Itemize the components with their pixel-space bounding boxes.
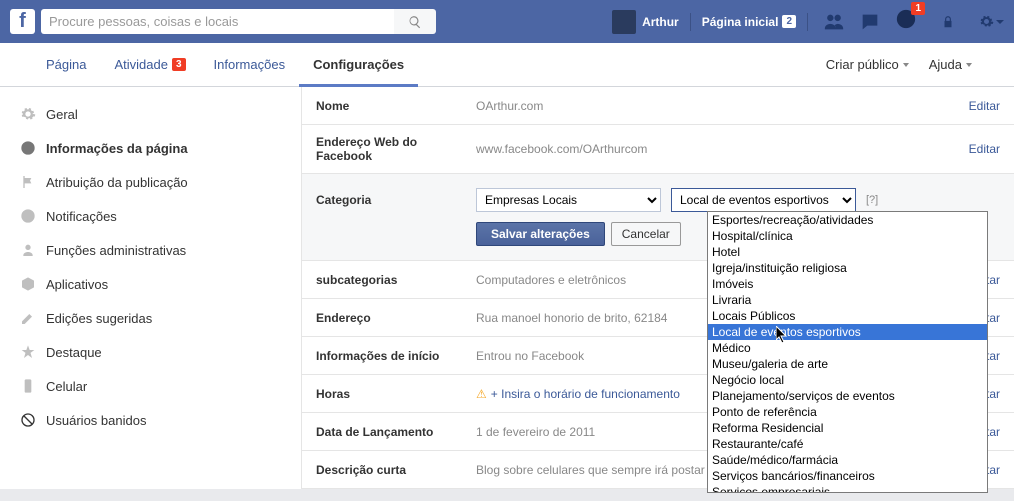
caret-down-icon bbox=[903, 63, 909, 67]
gear-icon bbox=[20, 106, 36, 122]
row-label: Categoria bbox=[316, 193, 476, 207]
lock-icon[interactable] bbox=[941, 13, 955, 31]
page-tabs: Página Atividade3 Informações Configuraç… bbox=[0, 43, 1014, 87]
topbar-icons: 1 bbox=[823, 8, 1004, 35]
caret-down-icon bbox=[966, 63, 972, 67]
tab-configuracoes[interactable]: Configurações bbox=[299, 43, 418, 87]
sidebar-item-info-pagina[interactable]: Informações da página bbox=[0, 131, 301, 165]
sidebar-item-atribuicao[interactable]: Atribuição da publicação bbox=[0, 165, 301, 199]
gear-icon bbox=[979, 14, 994, 29]
sidebar-item-destaque[interactable]: Destaque bbox=[0, 335, 301, 369]
category-select-2[interactable]: Local de eventos esportivos bbox=[671, 188, 856, 212]
tab-atividade[interactable]: Atividade3 bbox=[100, 43, 199, 87]
flag-icon bbox=[20, 174, 36, 190]
row-label: Informações de início bbox=[316, 349, 476, 363]
search-button[interactable] bbox=[394, 9, 436, 34]
person-icon bbox=[20, 242, 36, 258]
sidebar-item-banidos[interactable]: Usuários banidos bbox=[0, 403, 301, 437]
row-label: Endereço bbox=[316, 311, 476, 325]
save-button[interactable]: Salvar alterações bbox=[476, 222, 605, 246]
home-link[interactable]: Página inicial 2 bbox=[694, 15, 804, 29]
sidebar-item-edicoes[interactable]: Edições sugeridas bbox=[0, 301, 301, 335]
top-bar: f Arthur Página inicial 2 1 bbox=[0, 0, 1014, 43]
row-label: Data de Lançamento bbox=[316, 425, 476, 439]
dropdown-item[interactable]: Hotel bbox=[708, 244, 987, 260]
dropdown-item[interactable]: Planejamento/serviços de eventos bbox=[708, 388, 987, 404]
profile-link[interactable]: Arthur bbox=[604, 8, 687, 35]
sidebar-item-aplicativos[interactable]: Aplicativos bbox=[0, 267, 301, 301]
star-icon bbox=[20, 344, 36, 360]
dropdown-item[interactable]: Locais Públicos bbox=[708, 308, 987, 324]
row-label: subcategorias bbox=[316, 273, 476, 287]
friends-icon[interactable] bbox=[823, 11, 845, 33]
row-nome: Nome OArthur.com Editar bbox=[302, 87, 1014, 125]
divider bbox=[807, 13, 808, 31]
dropdown-item[interactable]: Livraria bbox=[708, 292, 987, 308]
dropdown-item[interactable]: Ponto de referência bbox=[708, 404, 987, 420]
edit-link[interactable]: Editar bbox=[969, 142, 1000, 156]
caret-down-icon bbox=[996, 20, 1004, 24]
notif-badge: 1 bbox=[911, 2, 925, 15]
profile-name: Arthur bbox=[642, 15, 679, 29]
topbar-right: Arthur Página inicial 2 1 bbox=[604, 8, 1004, 35]
dropdown-item[interactable]: Médico bbox=[708, 340, 987, 356]
category-selects: Empresas Locais Local de eventos esporti… bbox=[476, 188, 878, 212]
warning-icon: ⚠ bbox=[476, 387, 487, 401]
fb-logo[interactable]: f bbox=[10, 9, 35, 34]
tab-informacoes[interactable]: Informações bbox=[200, 43, 300, 87]
dropdown-item[interactable]: Esportes/recreação/atividades bbox=[708, 212, 987, 228]
category-select-1[interactable]: Empresas Locais bbox=[476, 188, 661, 212]
settings-menu[interactable] bbox=[979, 14, 1004, 29]
info-icon bbox=[20, 140, 36, 156]
sidebar-item-geral[interactable]: Geral bbox=[0, 97, 301, 131]
messages-icon[interactable] bbox=[859, 11, 881, 33]
row-endereco-web: Endereço Web do Facebook www.facebook.co… bbox=[302, 125, 1014, 174]
sidebar-item-celular[interactable]: Celular bbox=[0, 369, 301, 403]
row-label: Descrição curta bbox=[316, 463, 476, 477]
globe-icon bbox=[20, 208, 36, 224]
search-wrap bbox=[41, 9, 436, 34]
ban-icon bbox=[20, 412, 36, 428]
edit-link[interactable]: Editar bbox=[969, 99, 1000, 113]
pencil-icon bbox=[20, 310, 36, 326]
search-icon bbox=[408, 15, 422, 29]
hours-link[interactable]: + Insira o horário de funcionamento bbox=[491, 387, 680, 401]
dropdown-item[interactable]: Hospital/clínica bbox=[708, 228, 987, 244]
sidebar-item-funcoes[interactable]: Funções administrativas bbox=[0, 233, 301, 267]
dropdown-item[interactable]: Serviços empresariais bbox=[708, 484, 987, 493]
category-dropdown[interactable]: Esportes/recreação/atividadesHospital/cl… bbox=[707, 211, 988, 493]
home-badge: 2 bbox=[782, 15, 796, 28]
settings-sidebar: Geral Informações da página Atribuição d… bbox=[0, 87, 302, 489]
help-link[interactable]: [?] bbox=[866, 194, 878, 206]
row-label: Horas bbox=[316, 387, 476, 401]
dropdown-item[interactable]: Restaurante/café bbox=[708, 436, 987, 452]
dropdown-item[interactable]: Serviços bancários/financeiros bbox=[708, 468, 987, 484]
ajuda-menu[interactable]: Ajuda bbox=[919, 57, 982, 72]
dropdown-item[interactable]: Igreja/instituição religiosa bbox=[708, 260, 987, 276]
divider bbox=[690, 13, 691, 31]
tab-pagina[interactable]: Página bbox=[32, 43, 100, 87]
row-value: www.facebook.com/OArthurcom bbox=[476, 142, 969, 156]
dropdown-item[interactable]: Negócio local bbox=[708, 372, 987, 388]
dropdown-item[interactable]: Museu/galeria de arte bbox=[708, 356, 987, 372]
row-label: Endereço Web do Facebook bbox=[316, 135, 476, 163]
criar-publico[interactable]: Criar público bbox=[816, 57, 919, 72]
dropdown-item[interactable]: Saúde/médico/farmácia bbox=[708, 452, 987, 468]
mobile-icon bbox=[20, 378, 36, 394]
search-input[interactable] bbox=[41, 9, 394, 34]
avatar bbox=[612, 10, 636, 34]
cube-icon bbox=[20, 276, 36, 292]
row-label: Nome bbox=[316, 99, 476, 113]
row-value: OArthur.com bbox=[476, 99, 969, 113]
dropdown-item[interactable]: Imóveis bbox=[708, 276, 987, 292]
notifications-wrap[interactable]: 1 bbox=[895, 8, 917, 35]
atividade-badge: 3 bbox=[172, 58, 186, 71]
dropdown-item[interactable]: Local de eventos esportivos bbox=[708, 324, 987, 340]
cancel-button[interactable]: Cancelar bbox=[611, 222, 681, 246]
dropdown-item[interactable]: Reforma Residencial bbox=[708, 420, 987, 436]
sidebar-item-notificacoes[interactable]: Notificações bbox=[0, 199, 301, 233]
home-label: Página inicial bbox=[702, 15, 779, 29]
